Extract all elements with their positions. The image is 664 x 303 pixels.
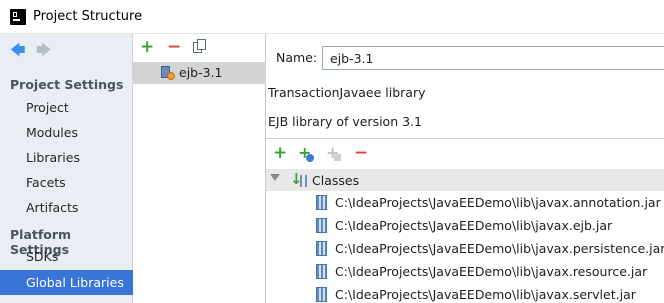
arrow-left-icon[interactable]: 🡄 (10, 42, 26, 58)
add-with-globe-icon[interactable]: + (298, 143, 316, 163)
jar-icon (316, 241, 327, 256)
remove-root-button[interactable]: − (354, 144, 368, 162)
intellij-app-icon (10, 9, 26, 25)
library-description-line2: EJB library of version 3.1 (268, 114, 422, 129)
jar-row[interactable]: C:\IdeaProjects\JavaEEDemo\lib\javax.ejb… (266, 214, 664, 237)
nav-item-facets[interactable]: Facets (0, 170, 133, 195)
classes-label: Classes (312, 173, 360, 188)
settings-nav: 🡄 🡆 Project Settings Project Modules Lib… (0, 34, 133, 303)
jar-icon (316, 195, 327, 210)
jar-icon (316, 218, 327, 233)
library-name-field[interactable] (322, 46, 664, 70)
nav-section-project-settings: Project Settings (10, 77, 124, 92)
jar-path: C:\IdeaProjects\JavaEEDemo\lib\javax.per… (335, 241, 664, 256)
jar-path: C:\IdeaProjects\JavaEEDemo\lib\javax.res… (335, 264, 648, 279)
library-description-line1: TransactionJavaee library (268, 85, 426, 100)
jar-icon (316, 287, 327, 302)
copy-icon[interactable] (193, 39, 207, 54)
classes-tree: ↓ Classes C:\IdeaProjects\JavaEEDemo\lib… (266, 169, 664, 303)
library-name: ejb-3.1 (179, 65, 223, 80)
library-list-panel: + − ejb-3.1 (133, 34, 266, 303)
add-disabled-icon: + (326, 143, 341, 162)
jar-path: C:\IdeaProjects\JavaEEDemo\lib\javax.ser… (335, 287, 636, 302)
jar-row[interactable]: C:\IdeaProjects\JavaEEDemo\lib\javax.per… (266, 237, 664, 260)
library-list-item[interactable]: ejb-3.1 (133, 62, 266, 84)
nav-item-project[interactable]: Project (0, 95, 133, 120)
library-details-panel: Name: TransactionJavaee library EJB libr… (266, 34, 664, 303)
classes-toolbar: + + + − (266, 139, 664, 169)
expand-triangle-icon[interactable] (270, 174, 280, 181)
jar-icon (316, 264, 327, 279)
name-label: Name: (276, 50, 318, 65)
nav-item-global-libraries[interactable]: Global Libraries (0, 270, 133, 295)
remove-library-button[interactable]: − (167, 38, 181, 56)
jar-path: C:\IdeaProjects\JavaEEDemo\lib\javax.ejb… (335, 218, 613, 233)
classes-root-icon: ↓ (290, 170, 308, 189)
nav-item-modules[interactable]: Modules (0, 120, 133, 145)
tree-node-classes[interactable]: ↓ Classes (266, 169, 664, 191)
arrow-right-icon[interactable]: 🡆 (36, 42, 52, 58)
add-root-button[interactable]: + (273, 144, 287, 162)
nav-item-sdks[interactable]: SDKs (0, 244, 133, 269)
nav-item-artifacts[interactable]: Artifacts (0, 195, 133, 220)
jar-row[interactable]: C:\IdeaProjects\JavaEEDemo\lib\javax.ser… (266, 283, 664, 303)
title-bar: Project Structure (0, 0, 664, 34)
window-title: Project Structure (33, 9, 143, 24)
library-list-toolbar: + − (133, 34, 266, 62)
global-library-icon (161, 66, 175, 80)
add-library-button[interactable]: + (140, 38, 154, 56)
jar-row[interactable]: C:\IdeaProjects\JavaEEDemo\lib\javax.res… (266, 260, 664, 283)
jar-row[interactable]: C:\IdeaProjects\JavaEEDemo\lib\javax.ann… (266, 191, 664, 214)
jar-path: C:\IdeaProjects\JavaEEDemo\lib\javax.ann… (335, 195, 661, 210)
nav-item-libraries[interactable]: Libraries (0, 145, 133, 170)
